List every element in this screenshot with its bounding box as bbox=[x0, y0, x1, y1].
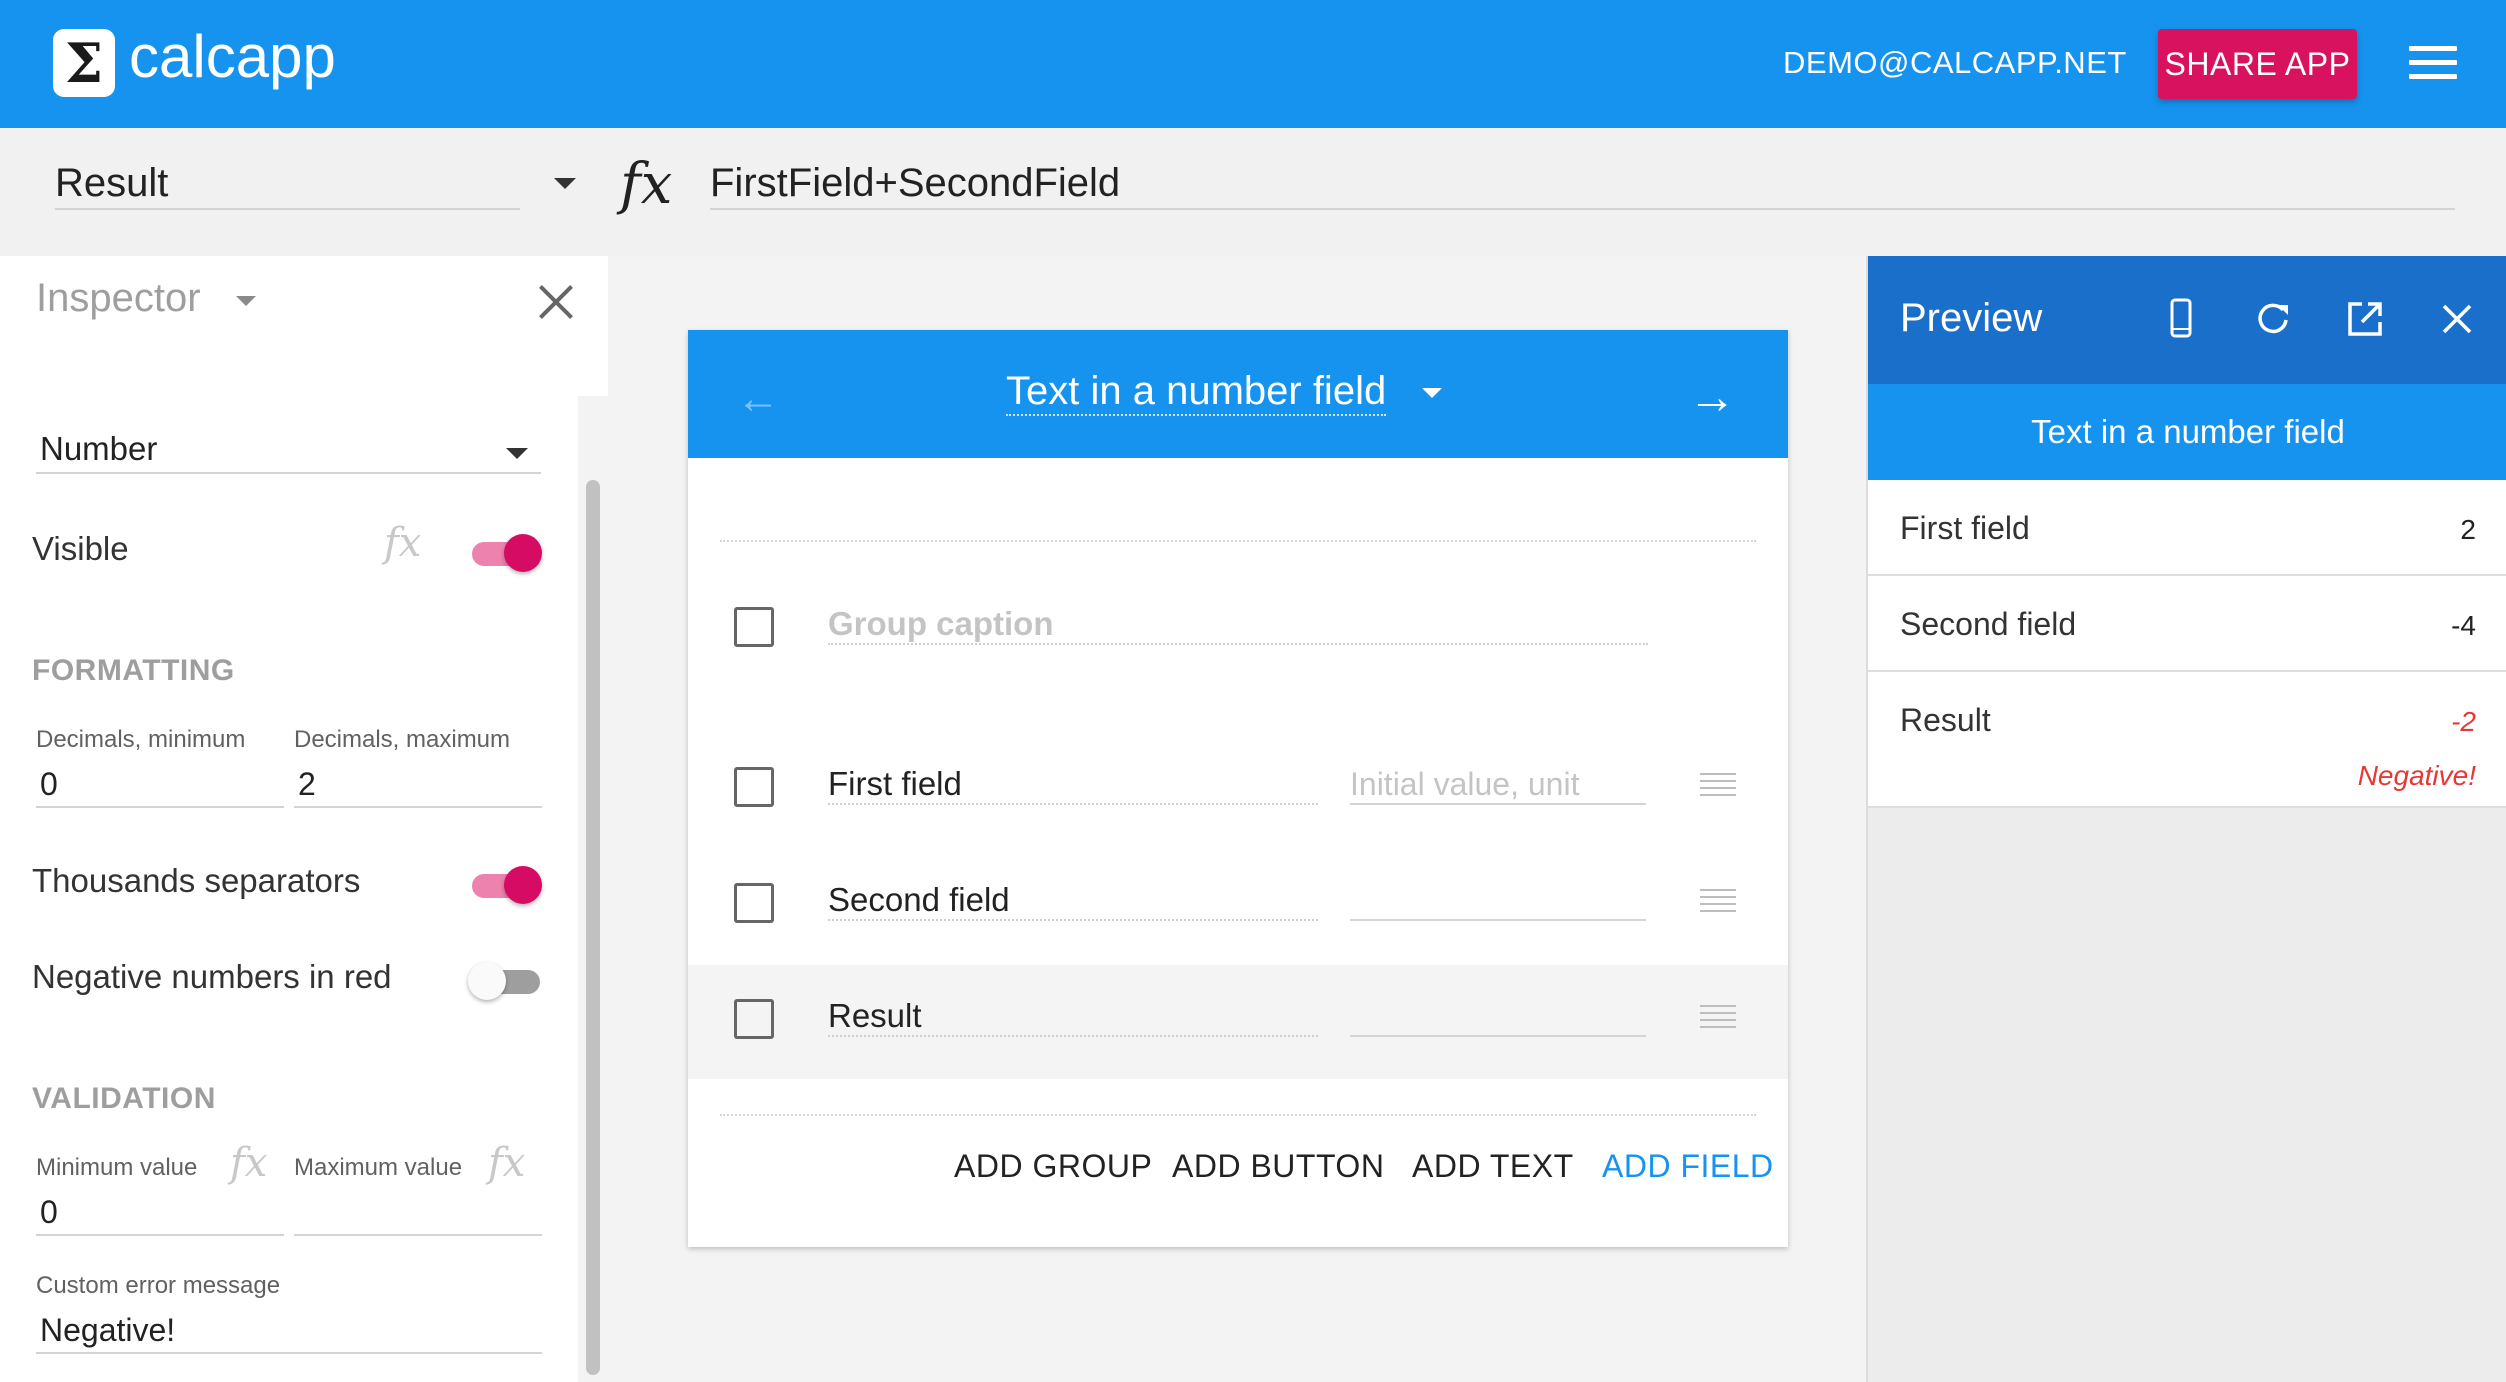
fx-icon[interactable]: fx bbox=[384, 520, 421, 566]
formatting-heading: FORMATTING bbox=[32, 654, 235, 687]
formula-input[interactable]: FirstField+SecondField bbox=[710, 158, 2455, 210]
field-type-select[interactable]: Number bbox=[36, 424, 541, 474]
group-row: Group caption bbox=[688, 504, 1788, 647]
field-name[interactable]: First field bbox=[828, 765, 1318, 805]
preview-value[interactable]: 2 bbox=[2460, 514, 2476, 546]
field-row-selected[interactable]: Result bbox=[688, 965, 1788, 1079]
validation-heading: VALIDATION bbox=[32, 1082, 216, 1115]
close-icon[interactable] bbox=[2434, 296, 2480, 342]
preview-label: First field bbox=[1900, 510, 2030, 546]
drag-handle-icon[interactable] bbox=[1700, 889, 1736, 913]
formula-bar: Result fx FirstField+SecondField bbox=[0, 128, 2506, 256]
logo-symbol: Σ bbox=[64, 31, 104, 95]
field-name[interactable]: Result bbox=[828, 997, 1318, 1037]
add-button-button[interactable]: ADD BUTTON bbox=[1172, 1148, 1384, 1185]
chevron-down-icon[interactable] bbox=[236, 296, 256, 306]
field-checkbox[interactable] bbox=[734, 883, 774, 923]
thousands-separators-label: Thousands separators bbox=[32, 862, 361, 899]
fx-icon[interactable]: fx bbox=[488, 1140, 525, 1186]
inspector-panel: Inspector Number Visible fx FORMATTING D… bbox=[0, 256, 608, 1382]
preview-title: Preview bbox=[1900, 296, 2043, 340]
minimum-value-label: Minimum value bbox=[36, 1154, 198, 1181]
drag-handle-icon[interactable] bbox=[1700, 773, 1736, 797]
scrollbar-thumb[interactable] bbox=[586, 480, 600, 1375]
field-name[interactable]: Second field bbox=[828, 881, 1318, 921]
decimals-max-input[interactable]: 2 bbox=[294, 762, 542, 808]
preview-header: Preview bbox=[1868, 256, 2506, 384]
custom-error-label: Custom error message bbox=[36, 1272, 281, 1299]
minimum-value-input[interactable]: 0 bbox=[36, 1190, 284, 1236]
visible-label: Visible bbox=[32, 530, 129, 567]
drag-handle-icon[interactable] bbox=[1700, 1005, 1736, 1029]
maximum-value-label: Maximum value bbox=[294, 1154, 463, 1181]
field-row[interactable]: Second field bbox=[688, 849, 1788, 963]
logo-icon[interactable]: Σ bbox=[53, 29, 115, 97]
refresh-icon[interactable] bbox=[2250, 296, 2296, 342]
preview-value[interactable]: -4 bbox=[2451, 610, 2476, 642]
app-bar: Σ calcapp DEMO@CALCAPP.NET SHARE APP bbox=[0, 0, 2506, 128]
custom-error-input[interactable]: Negative! bbox=[36, 1308, 542, 1354]
negative-red-toggle[interactable] bbox=[468, 958, 542, 1000]
decimals-min-label: Decimals, minimum bbox=[36, 726, 246, 753]
property-selector[interactable]: Result bbox=[55, 158, 520, 210]
add-group-button[interactable]: ADD GROUP bbox=[954, 1148, 1152, 1185]
arrow-right-icon[interactable]: → bbox=[1688, 370, 1736, 425]
maximum-value-input[interactable] bbox=[294, 1190, 542, 1236]
preview-screen-title: Text in a number field bbox=[1868, 384, 2506, 480]
preview-row[interactable]: Second field -4 bbox=[1868, 576, 2506, 672]
app-name[interactable]: calcapp bbox=[129, 22, 336, 91]
negative-red-label: Negative numbers in red bbox=[32, 958, 392, 995]
chevron-down-icon[interactable] bbox=[554, 178, 576, 189]
divider bbox=[720, 1114, 1756, 1116]
preview-label: Result bbox=[1900, 702, 1991, 738]
add-text-button[interactable]: ADD TEXT bbox=[1412, 1148, 1574, 1185]
field-checkbox[interactable] bbox=[734, 999, 774, 1039]
decimals-min-input[interactable]: 0 bbox=[36, 762, 284, 808]
screen-title[interactable]: Text in a number field bbox=[1006, 368, 1387, 416]
share-app-button[interactable]: SHARE APP bbox=[2158, 29, 2357, 99]
thousands-separators-toggle[interactable] bbox=[470, 862, 542, 904]
chevron-down-icon[interactable] bbox=[1422, 388, 1442, 398]
field-row[interactable]: First field Initial value, unit bbox=[688, 733, 1788, 847]
preview-label: Second field bbox=[1900, 606, 2077, 642]
fx-icon[interactable]: fx bbox=[230, 1140, 267, 1186]
arrow-left-icon[interactable]: ← bbox=[736, 374, 780, 424]
group-caption-input[interactable]: Group caption bbox=[828, 605, 1648, 645]
preview-value: -2 bbox=[2451, 706, 2476, 737]
validation-error-message: Negative! bbox=[2357, 760, 2476, 791]
initial-value-input[interactable]: Initial value, unit bbox=[1350, 765, 1646, 805]
screen-header: ← Text in a number field → bbox=[688, 330, 1788, 458]
hamburger-menu-icon[interactable] bbox=[2409, 46, 2457, 80]
account-email[interactable]: DEMO@CALCAPP.NET bbox=[1783, 45, 2127, 81]
field-checkbox[interactable] bbox=[734, 767, 774, 807]
initial-value-input[interactable] bbox=[1350, 881, 1646, 921]
preview-panel: Preview Text in a number field First fie… bbox=[1866, 256, 2506, 1382]
screen-card: ← Text in a number field → Group caption… bbox=[688, 330, 1788, 1247]
preview-row[interactable]: Result -2 Negative! bbox=[1868, 672, 2506, 808]
add-field-button[interactable]: ADD FIELD bbox=[1602, 1148, 1774, 1185]
open-external-icon[interactable] bbox=[2342, 296, 2388, 342]
fx-icon: fx bbox=[620, 152, 673, 217]
inspector-title[interactable]: Inspector bbox=[36, 276, 201, 321]
close-icon[interactable] bbox=[536, 282, 576, 322]
preview-row[interactable]: First field 2 bbox=[1868, 480, 2506, 576]
visible-toggle[interactable] bbox=[470, 530, 542, 572]
decimals-max-label: Decimals, maximum bbox=[294, 726, 511, 753]
chevron-down-icon[interactable] bbox=[506, 448, 528, 459]
initial-value-input[interactable] bbox=[1350, 997, 1646, 1037]
phone-icon[interactable] bbox=[2158, 296, 2204, 342]
group-checkbox[interactable] bbox=[734, 607, 774, 647]
